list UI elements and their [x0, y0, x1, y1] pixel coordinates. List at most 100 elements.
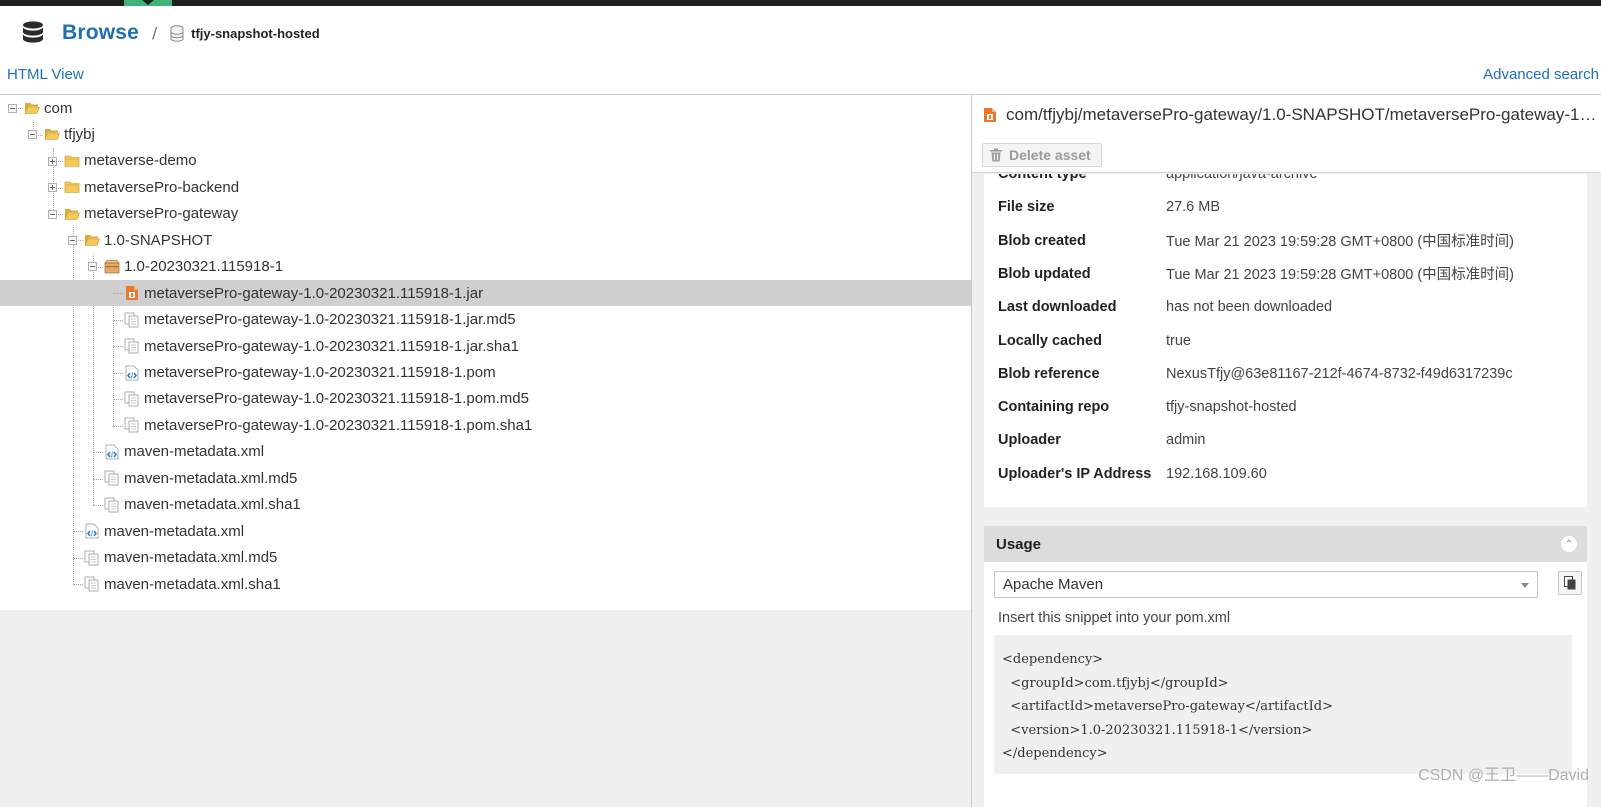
expand-node-icon[interactable]: [48, 183, 57, 193]
breadcrumb-separator: /: [152, 24, 158, 42]
tree-node[interactable]: 1.0-SNAPSHOT: [84, 227, 212, 253]
tree-node[interactable]: metaversePro-gateway-1.0-20230321.115918…: [124, 333, 519, 359]
xml-file-icon: [85, 523, 99, 539]
collapse-node-icon[interactable]: [48, 209, 57, 219]
attribute-value: tfjy-snapshot-hosted: [1166, 399, 1297, 416]
attribute-value: Tue Mar 21 2023 19:59:28 GMT+0800 (中国标准时…: [1166, 267, 1515, 284]
tree-connector: [93, 452, 103, 454]
breadcrumb-browse-link[interactable]: Browse: [62, 21, 139, 45]
tree-connector: [113, 293, 123, 295]
tree-node[interactable]: 1.0-20230321.115918-1: [104, 254, 283, 280]
component-tree: com tfjybj metaverse-demo metaversePro-back…: [0, 95, 971, 610]
tree-node-label: metaverse-demo: [84, 152, 197, 170]
tree-node[interactable]: maven-metadata.xml.sha1: [84, 571, 281, 597]
attribute-row: Last downloaded has not been downloaded: [984, 290, 1587, 324]
attribute-key: File size: [998, 199, 1055, 216]
attribute-row: Uploader admin: [984, 423, 1587, 457]
attribute-key: Last downloaded: [998, 299, 1117, 316]
asset-path-text: com/tfjybj/metaversePro-gateway/1.0-SNAP…: [1006, 105, 1597, 124]
file-copy-icon: [104, 470, 119, 486]
attribute-key: Uploader: [998, 432, 1061, 449]
file-copy-icon: [104, 497, 119, 513]
attribute-value: Tue Mar 21 2023 19:59:28 GMT+0800 (中国标准时…: [1166, 234, 1515, 251]
collapse-node-icon[interactable]: [68, 235, 77, 245]
chevron-down-icon[interactable]: [1521, 583, 1529, 588]
attribute-value: application/java-archive: [1166, 174, 1318, 182]
tree-connector: [113, 399, 123, 401]
asset-attributes: Content type application/java-archive File…: [984, 174, 1587, 507]
copy-icon: [1564, 576, 1576, 590]
repository-icon: [170, 24, 184, 42]
tree-node[interactable]: metaversePro-backend: [64, 174, 239, 200]
xml-file-icon: [105, 444, 119, 460]
folder-open-icon: [84, 235, 100, 247]
folder-icon: [64, 155, 80, 167]
usage-header[interactable]: Usage ⌃: [984, 526, 1587, 562]
tree-node[interactable]: metaversePro-gateway-1.0-20230321.115918…: [0, 280, 971, 307]
tree-node[interactable]: metaversePro-gateway-1.0-20230321.115918…: [124, 360, 496, 386]
tree-connector: [73, 531, 83, 533]
asset-detail-panel: com/tfjybj/metaversePro-gateway/1.0-SNAP…: [972, 95, 1601, 807]
tree-node-label: metaversePro-gateway: [84, 205, 239, 223]
collapse-node-icon[interactable]: [28, 130, 37, 140]
tree-node[interactable]: maven-metadata.xml.md5: [104, 465, 297, 491]
tree-node[interactable]: metaversePro-gateway-1.0-20230321.115918…: [124, 386, 529, 412]
xml-file-icon: [125, 365, 139, 380]
tree-connector: [113, 346, 123, 348]
attribute-row: Content type application/java-archive: [984, 174, 1587, 191]
collapse-node-icon[interactable]: [8, 103, 17, 113]
breadcrumb-repository[interactable]: tfjy-snapshot-hosted: [191, 26, 320, 41]
tree-node[interactable]: metaversePro-gateway-1.0-20230321.115918…: [124, 412, 532, 438]
collapse-icon[interactable]: ⌃: [1561, 536, 1577, 552]
jar-file-icon: [984, 108, 996, 122]
copy-snippet-button[interactable]: [1558, 571, 1582, 595]
file-copy-icon: [124, 312, 139, 327]
delete-asset-button[interactable]: Delete asset: [982, 143, 1102, 167]
tree-node[interactable]: tfjybj: [44, 121, 95, 147]
active-nav-notch: [142, 0, 154, 5]
attribute-value: NexusTfjy@63e81167-212f-4674-8732-f49d63…: [1166, 365, 1513, 382]
asset-path: com/tfjybj/metaversePro-gateway/1.0-SNAP…: [982, 105, 1597, 125]
attribute-key: Blob updated: [998, 265, 1091, 282]
tree-node-label: metaversePro-backend: [84, 178, 240, 196]
tree-node[interactable]: com: [24, 95, 72, 121]
folder-icon: [64, 182, 80, 194]
tree-node-label: metaversePro-gateway-1.0-20230321.115918…: [144, 311, 516, 329]
tree-node-label: maven-metadata.xml.sha1: [124, 496, 301, 514]
advanced-search-link[interactable]: Advanced search: [1483, 66, 1599, 83]
tree-connector: [113, 425, 123, 427]
delete-asset-label: Delete asset: [1009, 147, 1091, 163]
tree-node[interactable]: maven-metadata.xml: [84, 518, 244, 544]
tree-connector: [93, 478, 103, 480]
tree-empty-area: [0, 610, 971, 807]
tree-node-label: metaversePro-gateway-1.0-20230321.115918…: [144, 416, 533, 434]
tree-node[interactable]: maven-metadata.xml: [104, 439, 264, 465]
package-icon: [104, 259, 120, 274]
tree-node[interactable]: metaverse-demo: [64, 148, 197, 174]
tree-node-label: 1.0-20230321.115918-1: [124, 258, 284, 276]
maven-snippet[interactable]: <dependency> <groupId>com.tfjybj</groupI…: [994, 635, 1572, 774]
trash-icon: [990, 148, 1002, 162]
tree-node-label: metaversePro-gateway-1.0-20230321.115918…: [144, 284, 484, 302]
attribute-key: Containing repo: [998, 399, 1110, 416]
folder-open-icon: [64, 208, 80, 220]
file-copy-icon: [124, 338, 139, 354]
tree-node-label: com: [44, 99, 73, 117]
tree-node[interactable]: metaversePro-gateway: [64, 201, 238, 227]
html-view-link[interactable]: HTML View: [7, 66, 84, 83]
usage-format-select[interactable]: Apache Maven: [994, 571, 1538, 598]
breadcrumb: Browse / tfjy-snapshot-hosted: [20, 18, 320, 48]
expand-node-icon[interactable]: [48, 156, 57, 166]
collapse-node-icon[interactable]: [88, 262, 97, 272]
folder-open-icon: [44, 129, 60, 141]
tree-connector: [113, 372, 123, 374]
tree-node[interactable]: metaversePro-gateway-1.0-20230321.115918…: [124, 307, 516, 333]
file-copy-icon: [124, 417, 139, 433]
attribute-value: has not been downloaded: [1166, 299, 1333, 316]
attribute-key: Uploader's IP Address: [998, 465, 1152, 482]
tree-node-label: maven-metadata.xml: [124, 443, 265, 461]
attribute-row: Locally cached true: [984, 324, 1587, 358]
tree-node[interactable]: maven-metadata.xml.sha1: [104, 492, 301, 518]
tree-node[interactable]: maven-metadata.xml.md5: [84, 545, 277, 571]
usage-title: Usage: [996, 535, 1042, 553]
